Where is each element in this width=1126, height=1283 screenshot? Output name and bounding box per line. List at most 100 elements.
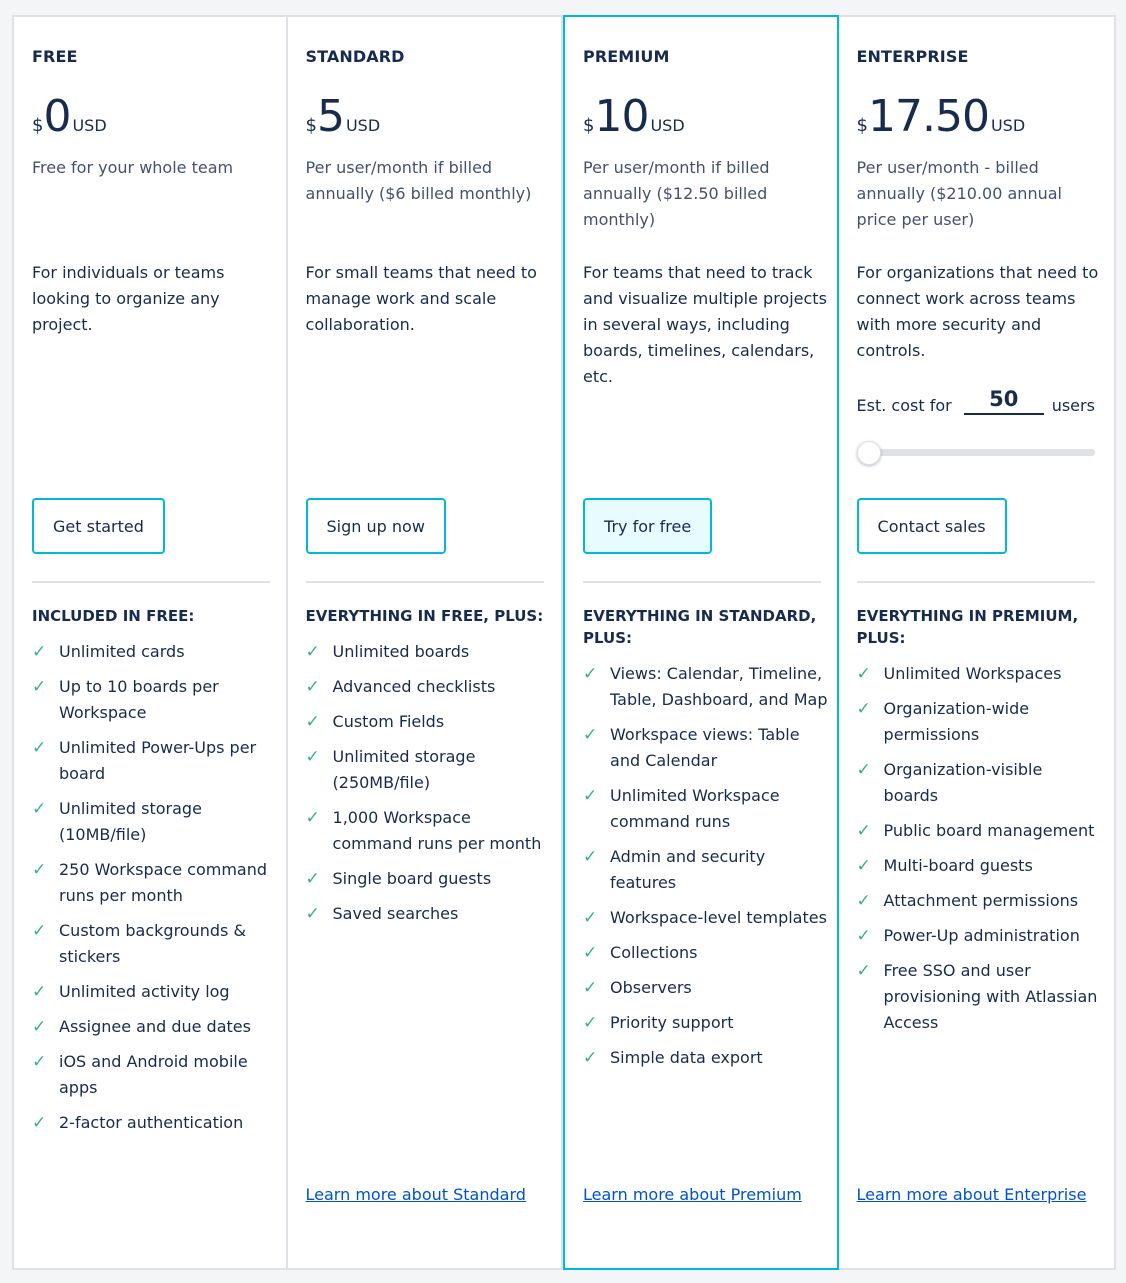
check-icon: ✓: [856, 664, 871, 684]
feature-text: Observers: [610, 978, 692, 997]
features-title: EVERYTHING IN PREMIUM, PLUS:: [856, 607, 1079, 647]
feature-text: Saved searches: [332, 904, 459, 923]
feature-text: Unlimited Workspace command runs: [610, 786, 780, 831]
check-icon: ✓: [856, 699, 871, 719]
plan-enterprise: ENTERPRISE $ 17.50 USD Per user/month - …: [839, 17, 1114, 1268]
check-icon: ✓: [583, 908, 598, 928]
plan-price: $ 0 USD: [32, 95, 107, 139]
feature-text: Advanced checklists: [332, 677, 496, 696]
feature-item: ✓ Unlimited storage (10MB/file): [32, 796, 277, 848]
feature-item: ✓ Unlimited boards: [306, 639, 551, 665]
check-icon: ✓: [32, 982, 47, 1002]
feature-text: Single board guests: [332, 869, 492, 888]
feature-text: Priority support: [610, 1013, 734, 1032]
billing-note: Per user/month - billed annually ($210.0…: [856, 158, 1062, 229]
slider-thumb[interactable]: [856, 441, 881, 465]
check-icon: ✓: [583, 1013, 598, 1033]
currency-unit: USD: [990, 116, 1026, 135]
feature-item: ✓ Up to 10 boards per Workspace: [32, 674, 277, 726]
divider: [32, 581, 270, 583]
check-icon: ✓: [856, 926, 871, 946]
check-icon: ✓: [305, 747, 320, 767]
contact-sales-button[interactable]: Contact sales: [856, 498, 1007, 554]
plan-price: $ 5 USD: [306, 95, 381, 139]
check-icon: ✓: [583, 1048, 598, 1068]
learn-more-standard-link[interactable]: Learn more about Standard: [306, 1182, 546, 1208]
plan-name: PREMIUM: [583, 47, 670, 66]
check-icon: ✓: [32, 921, 47, 941]
feature-list: ✓ Views: Calendar, Timeline, Table, Dashb…: [583, 661, 828, 1080]
check-icon: ✓: [583, 664, 598, 684]
slider-track[interactable]: [856, 449, 1095, 456]
features-title: INCLUDED IN FREE:: [32, 607, 195, 625]
feature-item: ✓ Single board guests: [306, 866, 551, 892]
currency-symbol: $: [583, 115, 595, 136]
plan-standard: STANDARD $ 5 USD Per user/month if bille…: [288, 17, 564, 1268]
feature-text: Unlimited Workspaces: [883, 664, 1062, 683]
feature-text: Custom Fields: [332, 712, 445, 731]
feature-item: ✓ Saved searches: [306, 901, 551, 927]
plan-price: $ 17.50 USD: [857, 95, 1026, 139]
try-for-free-button[interactable]: Try for free: [583, 498, 713, 554]
check-icon: ✓: [583, 943, 598, 963]
feature-text: Up to 10 boards per Workspace: [59, 677, 219, 722]
feature-text: Organization-visible boards: [883, 760, 1043, 805]
billing-note: Free for your whole team: [32, 158, 234, 177]
check-icon: ✓: [32, 1052, 47, 1072]
feature-item: ✓ Unlimited cards: [32, 639, 277, 665]
learn-more-premium-link[interactable]: Learn more about Premium: [583, 1182, 823, 1208]
feature-item: ✓ Custom Fields: [306, 709, 551, 735]
user-count-slider[interactable]: [856, 441, 1095, 465]
check-icon: ✓: [305, 642, 320, 662]
learn-more-enterprise-link[interactable]: Learn more about Enterprise: [857, 1182, 1097, 1208]
feature-item: ✓ Unlimited Power-Ups per board: [32, 735, 277, 787]
currency-symbol: $: [32, 115, 44, 136]
feature-item: ✓ Unlimited Workspaces: [857, 661, 1102, 687]
check-icon: ✓: [583, 786, 598, 806]
feature-item: ✓ Custom backgrounds & stickers: [32, 918, 277, 970]
check-icon: ✓: [32, 799, 47, 819]
plan-name: ENTERPRISE: [856, 47, 969, 66]
check-icon: ✓: [32, 677, 47, 697]
features-title: EVERYTHING IN STANDARD, PLUS:: [583, 607, 817, 647]
feature-text: Simple data export: [610, 1048, 763, 1067]
check-icon: ✓: [583, 725, 598, 745]
feature-item: ✓ Simple data export: [583, 1045, 828, 1071]
feature-text: Organization-wide permissions: [883, 699, 1030, 744]
feature-text: Free SSO and user provisioning with Atla…: [883, 961, 1098, 1032]
user-count-input[interactable]: [963, 387, 1044, 415]
estimate-label: Est. cost for: [856, 396, 952, 415]
check-icon: ✓: [305, 712, 320, 732]
plan-premium: PREMIUM $ 10 USD Per user/month if bille…: [563, 15, 839, 1270]
feature-text: iOS and Android mobile apps: [59, 1052, 248, 1097]
divider: [856, 581, 1095, 583]
feature-text: Unlimited activity log: [59, 982, 230, 1001]
currency-symbol: $: [856, 115, 868, 136]
check-icon: ✓: [305, 808, 320, 828]
feature-item: ✓ Public board management: [857, 818, 1102, 844]
price-amount: 0: [43, 91, 71, 142]
feature-item: ✓ 1,000 Workspace command runs per month: [306, 805, 551, 857]
feature-item: ✓ 2-factor authentication: [32, 1110, 277, 1136]
check-icon: ✓: [856, 821, 871, 841]
get-started-button[interactable]: Get started: [32, 498, 165, 554]
feature-text: 1,000 Workspace command runs per month: [332, 808, 542, 853]
plan-description: For organizations that need to connect w…: [856, 263, 1099, 360]
feature-item: ✓ iOS and Android mobile apps: [32, 1049, 277, 1101]
feature-item: ✓ 250 Workspace command runs per month: [32, 857, 277, 909]
feature-item: ✓ Priority support: [583, 1010, 828, 1036]
feature-text: Attachment permissions: [883, 891, 1079, 910]
price-amount: 10: [594, 91, 649, 142]
feature-text: Unlimited storage (250MB/file): [332, 747, 476, 792]
check-icon: ✓: [32, 738, 47, 758]
feature-item: ✓ Advanced checklists: [306, 674, 551, 700]
plan-free: FREE $ 0 USD Free for your whole team Fo…: [14, 17, 288, 1268]
divider: [305, 581, 544, 583]
sign-up-now-button[interactable]: Sign up now: [305, 498, 446, 554]
check-icon: ✓: [32, 860, 47, 880]
feature-text: Multi-board guests: [883, 856, 1033, 875]
features-title: EVERYTHING IN FREE, PLUS:: [305, 607, 544, 625]
feature-item: ✓ Unlimited storage (250MB/file): [306, 744, 551, 796]
feature-item: ✓ Assignee and due dates: [32, 1014, 277, 1040]
feature-item: ✓ Views: Calendar, Timeline, Table, Dashb…: [583, 661, 828, 713]
